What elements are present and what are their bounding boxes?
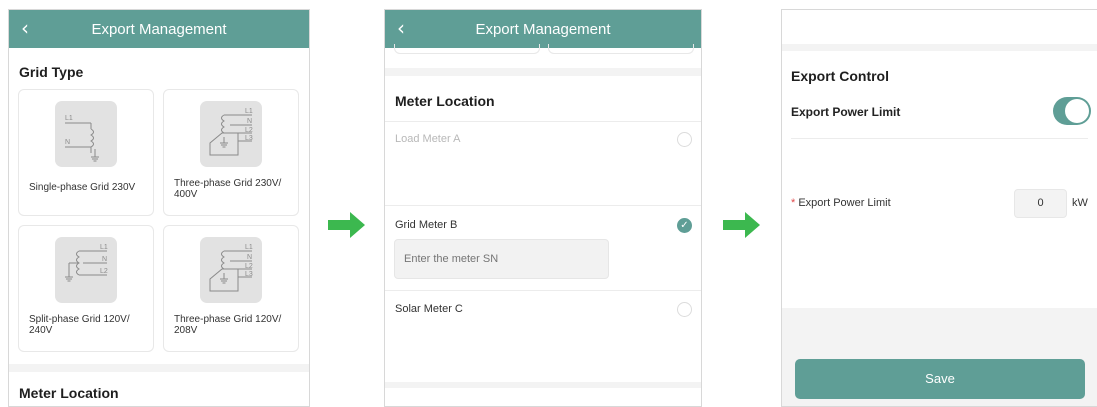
export-power-limit-field-label: * Export Power Limit	[791, 197, 891, 209]
wire-label: N	[247, 254, 252, 261]
save-button[interactable]: Save	[795, 359, 1085, 399]
chevron-left-icon[interactable]: ‹	[21, 17, 29, 39]
single-phase-diagram-icon: L1 N	[55, 101, 117, 167]
export-control-title: Export Control	[791, 68, 889, 84]
wire-label: L1	[65, 115, 73, 122]
arrow-right-icon	[723, 212, 760, 238]
scrolled-content-edge	[385, 44, 701, 60]
grid-option-label: Split-phase Grid 120V/ 240V	[29, 314, 130, 336]
card-edge	[394, 44, 540, 54]
meter-option-label: Solar Meter C	[395, 303, 463, 315]
grid-option-label: Three-phase Grid 120V/ 208V	[174, 314, 282, 336]
three-phase-diagram-icon: L1 N L2 L3	[200, 237, 262, 303]
divider	[385, 121, 701, 122]
split-phase-diagram-icon: L1 N L2	[55, 237, 117, 303]
wire-label: L3	[245, 271, 253, 278]
field-label-text: Export Power Limit	[798, 197, 891, 209]
meter-location-title: Meter Location	[19, 385, 119, 401]
header-bar: ‹ Export Management	[385, 10, 701, 48]
wire-label: L2	[100, 268, 108, 275]
grid-option-label: Three-phase Grid 230V/ 400V	[174, 178, 282, 200]
page-title: Export Management	[475, 20, 611, 38]
grid-option-label: Single-phase Grid 230V	[29, 182, 136, 193]
header-bar: ‹ Export Management	[9, 10, 309, 48]
wire-label: L1	[245, 244, 253, 251]
radio-unchecked[interactable]	[677, 302, 692, 317]
wire-label: L2	[245, 127, 253, 134]
wire-label: N	[247, 118, 252, 125]
export-management-screen-grid-type: ‹ Export Management Grid Type L1 N Singl…	[8, 9, 310, 407]
section-divider	[385, 68, 701, 76]
three-phase-diagram-icon: L1 N L2 L3	[200, 101, 262, 167]
meter-sn-input[interactable]	[394, 239, 609, 279]
tutorial-stage: ‹ Export Management Grid Type L1 N Singl…	[0, 0, 1097, 407]
unit-label: kW	[1072, 197, 1088, 209]
grid-option-three-phase-230-400v[interactable]: L1 N L2 L3 Three-phase Grid 230V/ 400V	[163, 89, 299, 216]
section-divider	[782, 44, 1097, 51]
grid-option-single-phase-230v[interactable]: L1 N Single-phase Grid 230V	[18, 89, 154, 216]
wire-label: L2	[245, 263, 253, 270]
wire-label: L1	[245, 108, 253, 115]
card-edge	[548, 44, 694, 54]
page-title: Export Management	[91, 20, 227, 38]
export-power-limit-input[interactable]: 0	[1014, 189, 1067, 218]
export-management-screen-meter-location: ‹ Export Management Meter Location Load …	[384, 9, 702, 407]
section-divider	[385, 382, 701, 388]
divider	[791, 138, 1088, 139]
grid-type-title: Grid Type	[19, 64, 84, 80]
divider	[385, 290, 701, 291]
divider	[385, 205, 701, 206]
export-control-screen: Export Control Export Power Limit * Expo…	[781, 9, 1097, 407]
wire-label: N	[65, 139, 70, 146]
required-marker: *	[791, 197, 796, 209]
wire-label: L1	[100, 244, 108, 251]
grid-option-three-phase-120-208v[interactable]: L1 N L2 L3 Three-phase Grid 120V/ 208V	[163, 225, 299, 352]
radio-unchecked[interactable]	[677, 132, 692, 147]
arrow-right-icon	[328, 212, 365, 238]
radio-checked-icon[interactable]: ✓	[677, 218, 692, 233]
chevron-left-icon[interactable]: ‹	[397, 17, 405, 39]
wire-label: N	[102, 256, 107, 263]
toggle-knob	[1065, 99, 1089, 123]
grid-option-split-phase-120-240v[interactable]: L1 N L2 Split-phase Grid 120V/ 240V	[18, 225, 154, 352]
meter-option-label: Grid Meter B	[395, 219, 458, 231]
export-power-limit-toggle[interactable]	[1053, 97, 1091, 125]
meter-location-title: Meter Location	[395, 93, 495, 109]
section-divider	[9, 364, 309, 372]
wire-label: L3	[245, 135, 253, 142]
export-power-limit-toggle-label: Export Power Limit	[791, 105, 901, 119]
meter-option-label: Load Meter A	[395, 133, 461, 145]
